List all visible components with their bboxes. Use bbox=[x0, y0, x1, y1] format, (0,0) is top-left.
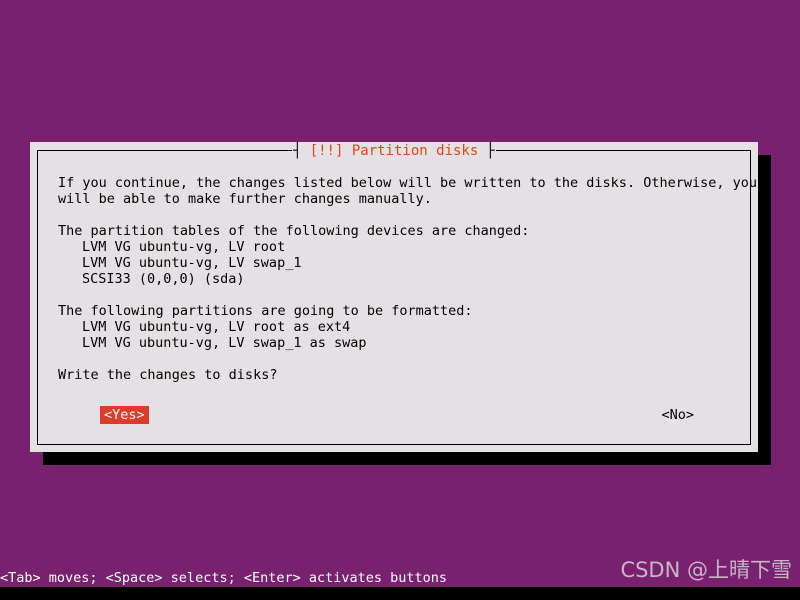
list-item: LVM VG ubuntu-vg, LV swap_1 as swap bbox=[82, 335, 367, 351]
format-partitions-heading: The following partitions are going to be… bbox=[58, 303, 473, 319]
partition-disks-dialog: If you continue, the changes listed belo… bbox=[30, 142, 758, 452]
yes-button[interactable]: <Yes> bbox=[100, 406, 149, 424]
list-item: SCSI33 (0,0,0) (sda) bbox=[82, 271, 245, 287]
watermark: CSDN @上晴下雪 bbox=[620, 558, 792, 582]
confirm-question: Write the changes to disks? bbox=[58, 367, 278, 383]
changed-devices-heading: The partition tables of the following de… bbox=[58, 223, 530, 239]
dialog-inner-frame: If you continue, the changes listed belo… bbox=[37, 150, 757, 445]
intro-line-2: will be able to make further changes man… bbox=[58, 191, 432, 207]
bottom-black-bar bbox=[0, 587, 800, 600]
no-button[interactable]: <No> bbox=[657, 406, 698, 424]
dialog-button-row: <Yes> <No> bbox=[58, 406, 736, 424]
list-item: LVM VG ubuntu-vg, LV root as ext4 bbox=[82, 319, 351, 335]
dialog-body: If you continue, the changes listed belo… bbox=[58, 175, 757, 434]
intro-line-1: If you continue, the changes listed belo… bbox=[58, 175, 757, 191]
list-item: LVM VG ubuntu-vg, LV swap_1 bbox=[82, 255, 302, 271]
list-item: LVM VG ubuntu-vg, LV root bbox=[82, 239, 286, 255]
